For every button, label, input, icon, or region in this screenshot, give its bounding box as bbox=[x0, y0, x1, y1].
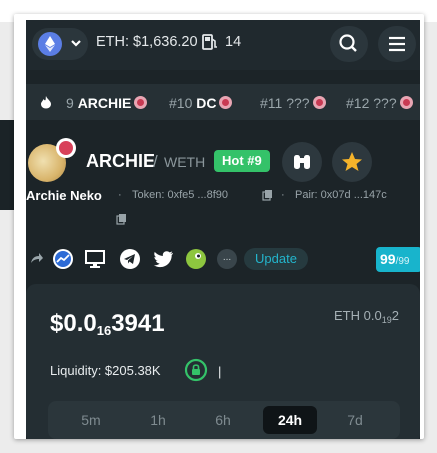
tab-5m[interactable]: 5m bbox=[64, 406, 118, 434]
chevron-down-icon bbox=[70, 36, 82, 55]
twitter-icon[interactable] bbox=[153, 248, 175, 270]
ticker-item-11[interactable]: #11 ??? bbox=[260, 95, 326, 111]
dext-score[interactable]: 99/99 bbox=[376, 247, 420, 272]
search-button[interactable] bbox=[330, 26, 368, 62]
token-avatar-icon bbox=[399, 96, 413, 109]
top-header: ETH: $1,636.20 14 bbox=[26, 20, 420, 70]
gas-value: 14 bbox=[225, 34, 242, 50]
copy-icon[interactable] bbox=[116, 212, 128, 230]
token-badge-icon bbox=[56, 138, 76, 158]
eth-price: ETH: $1,636.20 bbox=[96, 34, 198, 50]
ethereum-icon bbox=[38, 32, 62, 56]
menu-button[interactable] bbox=[378, 26, 416, 62]
fire-icon bbox=[40, 95, 52, 114]
trending-ticker: 9 ARCHIE #10 DC #11 ??? #12 ??? bbox=[26, 84, 420, 120]
liquidity-bar: | bbox=[218, 364, 222, 379]
favorite-button[interactable] bbox=[332, 142, 372, 182]
pair-quote: WETH bbox=[164, 154, 206, 170]
token-address[interactable]: Token: 0xfe5 ...8f90 bbox=[132, 189, 228, 201]
telegram-icon[interactable] bbox=[119, 248, 141, 270]
chain-selector[interactable] bbox=[32, 28, 88, 60]
website-icon[interactable] bbox=[84, 248, 106, 270]
hot-badge[interactable]: Hot #9 bbox=[214, 150, 270, 172]
ticker-item-dc[interactable]: #10 DC bbox=[169, 95, 233, 111]
token-name: Archie Neko bbox=[26, 188, 102, 203]
ticker-item-12[interactable]: #12 ??? bbox=[346, 95, 413, 111]
lock-icon[interactable] bbox=[184, 358, 208, 387]
token-avatar-icon bbox=[312, 96, 326, 109]
pair-address[interactable]: Pair: 0x07d ...147c bbox=[295, 189, 387, 201]
token-symbol: ARCHIE bbox=[86, 151, 156, 171]
copy-icon[interactable] bbox=[262, 188, 274, 206]
share-icon[interactable] bbox=[30, 251, 44, 270]
watch-button[interactable] bbox=[282, 142, 322, 182]
more-links-button[interactable]: ... bbox=[217, 249, 237, 269]
timeframe-selector: 5m 1h 6h 24h 7d bbox=[48, 401, 400, 439]
token-avatar-icon bbox=[134, 96, 148, 109]
token-avatar-icon bbox=[219, 96, 233, 109]
gas-pump-icon bbox=[201, 33, 219, 56]
chart-site-icon[interactable] bbox=[52, 248, 74, 270]
token-price-eth: ETH 0.0192 bbox=[334, 308, 399, 325]
coingecko-icon[interactable] bbox=[185, 248, 207, 270]
separator-dot: · bbox=[118, 189, 122, 201]
ticker-item-archie[interactable]: 9 ARCHIE bbox=[66, 95, 148, 111]
liquidity: Liquidity: $205.38K bbox=[50, 363, 161, 378]
pair-slash: / bbox=[153, 152, 158, 171]
token-price-usd: $0.0163941 bbox=[50, 310, 165, 338]
binoculars-icon bbox=[294, 155, 310, 169]
tab-1h[interactable]: 1h bbox=[131, 406, 185, 434]
tab-24h[interactable]: 24h bbox=[263, 406, 317, 434]
star-icon bbox=[342, 152, 362, 171]
dex-screen: ETH: $1,636.20 14 9 ARCHIE #10 DC #11 ??… bbox=[26, 20, 420, 439]
separator-dot: · bbox=[281, 189, 285, 201]
update-button[interactable]: Update bbox=[244, 248, 308, 270]
tab-6h[interactable]: 6h bbox=[196, 406, 250, 434]
tab-7d[interactable]: 7d bbox=[328, 406, 382, 434]
